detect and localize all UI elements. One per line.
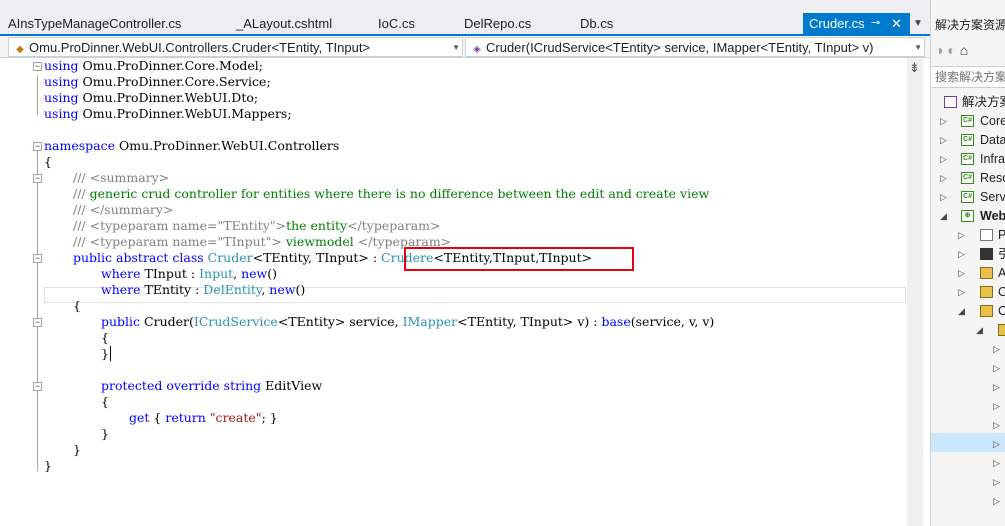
csharp-project-icon: C#: [961, 191, 974, 203]
code-line: get { return "create"; }: [129, 410, 278, 425]
expand-arrow-icon[interactable]: ▷: [940, 188, 947, 207]
code-line: /// </summary>: [73, 202, 174, 217]
vertical-scrollbar[interactable]: ⇟: [907, 58, 923, 526]
code-line: /// generic crud controller for entities…: [73, 186, 710, 201]
code-line: using Omu.ProDinner.Core.Service;: [44, 74, 271, 89]
folder-icon: [980, 305, 993, 317]
folder-icon: [998, 324, 1005, 336]
code-line: }: [44, 458, 52, 473]
chevron-down-icon[interactable]: ▼: [911, 13, 925, 34]
code-line: {: [73, 298, 81, 313]
type-dropdown[interactable]: ◆ Omu.ProDinner.WebUI.Controllers.Cruder<…: [8, 37, 463, 57]
code-line: /// <summary>: [73, 170, 170, 185]
member-dropdown[interactable]: ◈ Cruder(ICrudService<TEntity> service, I…: [465, 37, 925, 57]
web-project-icon: ⊕: [961, 210, 974, 222]
collapse-arrow-icon[interactable]: ◢: [958, 302, 965, 321]
document-tab-strip: AInsTypeManageController.cs _ALayout.csh…: [0, 13, 930, 34]
tab-cruder[interactable]: Cruder.cs ⊸ ✕: [803, 13, 910, 34]
text-caret: [109, 346, 111, 361]
outline-guide: [37, 151, 38, 471]
home-icon[interactable]: ⌂: [960, 42, 968, 58]
expand-arrow-icon[interactable]: ▷: [958, 245, 965, 264]
tab-db[interactable]: Db.cs: [580, 13, 613, 34]
code-line: public Cruder(ICrudService<TEntity> serv…: [101, 314, 715, 329]
code-line: namespace Omu.ProDinner.WebUI.Controller…: [44, 138, 340, 153]
navigation-bar: ◆ Omu.ProDinner.WebUI.Controllers.Cruder<…: [0, 36, 930, 58]
expand-arrow-icon[interactable]: ▷: [993, 473, 1000, 492]
code-line: }: [101, 346, 111, 361]
csharp-project-icon: C#: [961, 115, 974, 127]
expand-arrow-icon[interactable]: ▷: [940, 150, 947, 169]
chevron-down-icon: ▼: [914, 43, 922, 52]
tab-cruder-label: Cruder.cs: [809, 16, 865, 31]
close-icon[interactable]: ✕: [891, 13, 902, 34]
code-line: using Omu.ProDinner.WebUI.Dto;: [44, 90, 259, 105]
expand-arrow-icon[interactable]: ▷: [993, 416, 1000, 435]
annotation-highlight-box: [404, 247, 634, 271]
expand-arrow-icon[interactable]: ▷: [958, 264, 965, 283]
expand-arrow-icon[interactable]: ▷: [993, 435, 1000, 454]
code-line: protected override string EditView: [101, 378, 323, 393]
collapse-icon[interactable]: −: [33, 382, 42, 391]
panel-title: 解决方案资源: [935, 18, 1005, 32]
code-line: /// <typeparam name="TInput"> viewmodel …: [73, 234, 452, 249]
folder-icon: [980, 267, 993, 279]
expand-arrow-icon[interactable]: ▷: [958, 226, 965, 245]
expand-arrow-icon[interactable]: ▷: [940, 112, 947, 131]
type-dropdown-value: Omu.ProDinner.WebUI.Controllers.Cruder<T…: [29, 40, 371, 55]
pin-icon[interactable]: ⊸: [871, 13, 880, 34]
code-line: {: [101, 394, 109, 409]
expand-arrow-icon[interactable]: ▷: [940, 131, 947, 150]
forward-icon[interactable]: ◐: [947, 42, 955, 58]
code-line: }: [101, 426, 109, 441]
code-line: where TInput : Input, new(): [101, 266, 278, 281]
collapse-arrow-icon[interactable]: ◢: [976, 321, 983, 340]
expand-arrow-icon[interactable]: ▷: [993, 378, 1000, 397]
solution-icon: [944, 96, 957, 108]
collapse-arrow-icon[interactable]: ◢: [940, 207, 947, 226]
code-line: using Omu.ProDinner.WebUI.Mappers;: [44, 106, 292, 121]
member-dropdown-value: Cruder(ICrudService<TEntity> service, IM…: [486, 40, 874, 55]
code-line: }: [73, 442, 81, 457]
method-icon: ◈: [473, 44, 481, 55]
code-line: {: [44, 154, 52, 169]
code-line: /// <typeparam name="TEntity">the entity…: [73, 218, 441, 233]
expand-arrow-icon[interactable]: ▷: [993, 454, 1000, 473]
code-line: {: [101, 330, 109, 345]
collapse-icon[interactable]: −: [33, 62, 42, 71]
panel-toolbar: ◑ ◐ ⌂: [935, 42, 968, 58]
chevron-down-icon: ▼: [452, 43, 460, 52]
class-icon: ◆: [16, 44, 24, 55]
indicator-margin: [0, 58, 24, 526]
csharp-project-icon: C#: [961, 172, 974, 184]
search-input[interactable]: 搜索解决方案: [931, 66, 1005, 88]
folder-icon: [980, 286, 993, 298]
collapse-icon[interactable]: −: [33, 318, 42, 327]
collapse-icon[interactable]: −: [33, 254, 42, 263]
expand-arrow-icon[interactable]: ▷: [993, 397, 1000, 416]
collapse-icon[interactable]: −: [33, 174, 42, 183]
code-line: where TEntity : DelEntity, new(): [101, 282, 306, 297]
tab-ioc[interactable]: IoC.cs: [378, 13, 415, 34]
expand-arrow-icon[interactable]: ▷: [940, 169, 947, 188]
split-icon[interactable]: ⇟: [909, 60, 920, 76]
expand-arrow-icon[interactable]: ▷: [993, 492, 1000, 511]
expand-arrow-icon[interactable]: ▷: [958, 283, 965, 302]
code-line: using Omu.ProDinner.Core.Model;: [44, 58, 263, 73]
tab-alayout[interactable]: _ALayout.cshtml: [236, 13, 332, 34]
csharp-project-icon: C#: [961, 153, 974, 165]
tab-delrepo[interactable]: DelRepo.cs: [464, 13, 531, 34]
tab-ainstypemanagecontroller[interactable]: AInsTypeManageController.cs: [8, 13, 181, 34]
csharp-project-icon: C#: [961, 134, 974, 146]
expand-arrow-icon[interactable]: ▷: [993, 359, 1000, 378]
expand-arrow-icon[interactable]: ▷: [993, 340, 1000, 359]
collapse-icon[interactable]: −: [33, 142, 42, 151]
references-icon: [980, 248, 993, 260]
back-icon[interactable]: ◑: [935, 42, 943, 58]
properties-icon: [980, 229, 993, 241]
outline-guide: [37, 75, 38, 115]
